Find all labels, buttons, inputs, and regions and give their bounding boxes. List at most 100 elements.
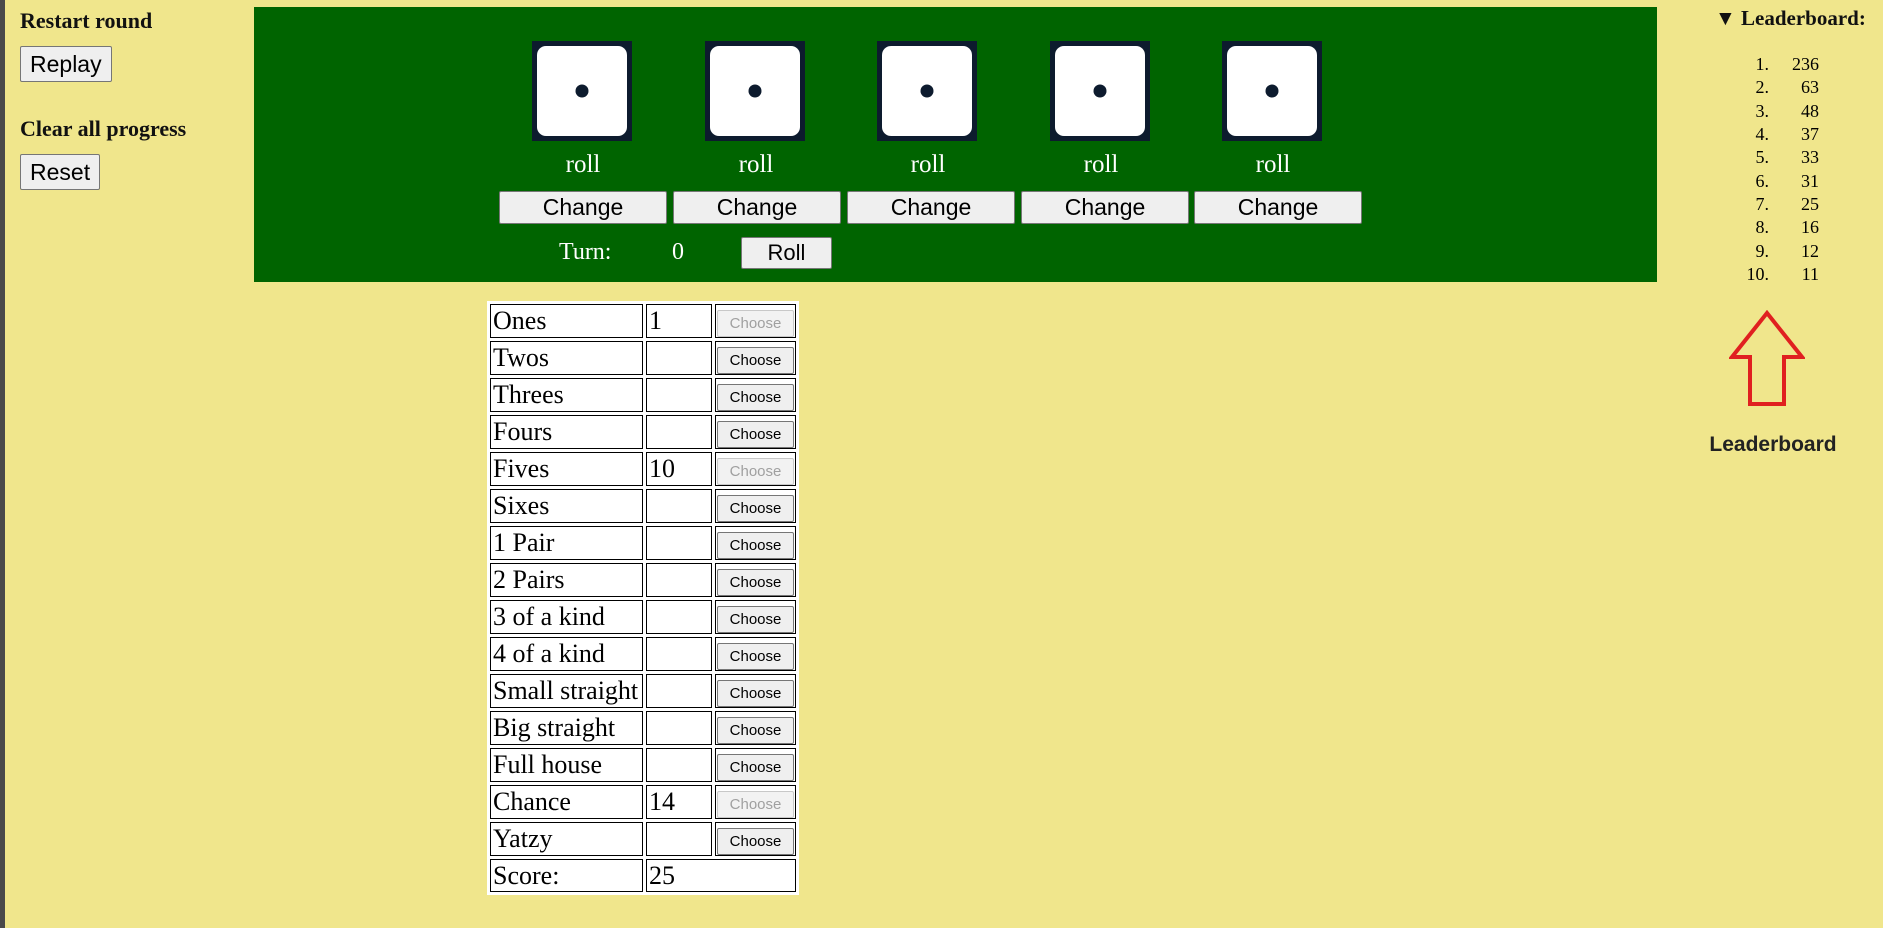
choose-button[interactable]: Choose	[717, 791, 794, 818]
choose-button[interactable]: Choose	[717, 532, 794, 559]
choose-button[interactable]: Choose	[717, 643, 794, 670]
category-score	[646, 748, 712, 782]
category-label: 1 Pair	[490, 526, 643, 560]
choose-button[interactable]: Choose	[717, 680, 794, 707]
leaderboard-entry: 7. 25	[1705, 193, 1883, 216]
pip-icon	[1265, 84, 1279, 98]
choose-button[interactable]: Choose	[717, 310, 794, 337]
category-label: Small straight	[490, 674, 643, 708]
roll-label: roll	[1083, 151, 1119, 178]
choose-button[interactable]: Choose	[717, 421, 794, 448]
category-score	[646, 563, 712, 597]
pip-icon	[575, 84, 589, 98]
category-label: Twos	[490, 341, 643, 375]
category-label: Big straight	[490, 711, 643, 745]
roll-label: roll	[910, 151, 946, 178]
leaderboard-rank: 2.	[1755, 77, 1770, 98]
score-row: Fours Choose	[490, 415, 796, 449]
reset-button[interactable]: Reset	[20, 154, 101, 190]
score-row: Big straight Choose	[490, 711, 796, 745]
leaderboard-entry: 6. 31	[1705, 169, 1883, 192]
die[interactable]	[532, 41, 632, 141]
score-row: Ones 1 Choose	[490, 304, 796, 338]
leaderboard-rank: 1.	[1755, 54, 1770, 75]
choose-button[interactable]: Choose	[717, 606, 794, 633]
die-face-icon	[1055, 46, 1145, 136]
score-row: 3 of a kind Choose	[490, 600, 796, 634]
leaderboard-rank: 3.	[1755, 100, 1770, 121]
dice-board: roll roll roll roll roll Change Change C…	[254, 7, 1657, 282]
leaderboard-entry: 2. 63	[1705, 76, 1883, 99]
score-label: Score:	[490, 859, 643, 892]
leaderboard-score: 12	[1801, 240, 1819, 261]
choose-button[interactable]: Choose	[717, 828, 794, 855]
die-slot: roll	[705, 41, 807, 179]
roll-button[interactable]: Roll	[741, 237, 832, 269]
category-label: 2 Pairs	[490, 563, 643, 597]
leaderboard-rank: 5.	[1755, 147, 1770, 168]
choose-button[interactable]: Choose	[717, 717, 794, 744]
restart-heading: Restart round	[20, 8, 153, 33]
clear-heading: Clear all progress	[20, 116, 187, 141]
leaderboard-score: 16	[1801, 217, 1819, 238]
pip-icon	[920, 84, 934, 98]
category-score	[646, 674, 712, 708]
leaderboard-entry: 4. 37	[1705, 123, 1883, 146]
score-row: Chance 14 Choose	[490, 785, 796, 819]
choose-button[interactable]: Choose	[717, 569, 794, 596]
leaderboard-entry: 3. 48	[1705, 100, 1883, 123]
change-die-4-button[interactable]: Change	[1021, 191, 1189, 224]
change-die-2-button[interactable]: Change	[673, 191, 841, 224]
category-label: Fives	[490, 452, 643, 486]
leaderboard-entry: 8. 16	[1705, 216, 1883, 239]
leaderboard-rank: 9.	[1755, 240, 1770, 261]
leaderboard-toggle[interactable]: ▼ Leaderboard:	[1715, 6, 1883, 31]
pip-icon	[1093, 84, 1107, 98]
score-row: Twos Choose	[490, 341, 796, 375]
total-score-value: 25	[646, 859, 796, 892]
category-label: Threes	[490, 378, 643, 412]
clear-section: Clear all progress Reset	[20, 116, 240, 190]
die[interactable]	[1050, 41, 1150, 141]
change-die-3-button[interactable]: Change	[847, 191, 1015, 224]
score-row: Small straight Choose	[490, 674, 796, 708]
restart-section: Restart round Replay	[20, 8, 240, 82]
choose-button[interactable]: Choose	[717, 347, 794, 374]
category-label: Full house	[490, 748, 643, 782]
change-die-5-button[interactable]: Change	[1194, 191, 1362, 224]
die-face-icon	[882, 46, 972, 136]
change-die-1-button[interactable]: Change	[499, 191, 667, 224]
die-slot: roll	[1050, 41, 1152, 179]
die[interactable]	[1222, 41, 1322, 141]
leaderboard-rank: 10.	[1746, 263, 1770, 284]
score-row: Fives 10 Choose	[490, 452, 796, 486]
category-score	[646, 711, 712, 745]
category-score	[646, 341, 712, 375]
category-label: Fours	[490, 415, 643, 449]
replay-button[interactable]: Replay	[20, 46, 112, 82]
die[interactable]	[877, 41, 977, 141]
choose-button[interactable]: Choose	[717, 384, 794, 411]
leaderboard-entry: 5. 33	[1705, 146, 1883, 169]
category-score	[646, 600, 712, 634]
choose-button[interactable]: Choose	[717, 495, 794, 522]
choose-button[interactable]: Choose	[717, 458, 794, 485]
category-score	[646, 378, 712, 412]
scorecard-table: Ones 1 Choose Twos Choose Threes Choose Four…	[487, 301, 799, 895]
score-row: 4 of a kind Choose	[490, 637, 796, 671]
die-face-icon	[1227, 46, 1317, 136]
category-score	[646, 415, 712, 449]
leaderboard-caption: Leaderboard	[1709, 433, 1837, 456]
total-score-row: Score: 25	[490, 859, 796, 892]
die-slot: roll	[1222, 41, 1324, 179]
die[interactable]	[705, 41, 805, 141]
die-face-icon	[710, 46, 800, 136]
choose-button[interactable]: Choose	[717, 754, 794, 781]
leaderboard-score: 31	[1801, 170, 1819, 191]
leaderboard-entry: 10. 11	[1705, 263, 1883, 286]
category-label: Yatzy	[490, 822, 643, 856]
leaderboard-score: 25	[1801, 193, 1819, 214]
leaderboard-rank: 8.	[1755, 217, 1770, 238]
category-score	[646, 637, 712, 671]
score-row: 2 Pairs Choose	[490, 563, 796, 597]
